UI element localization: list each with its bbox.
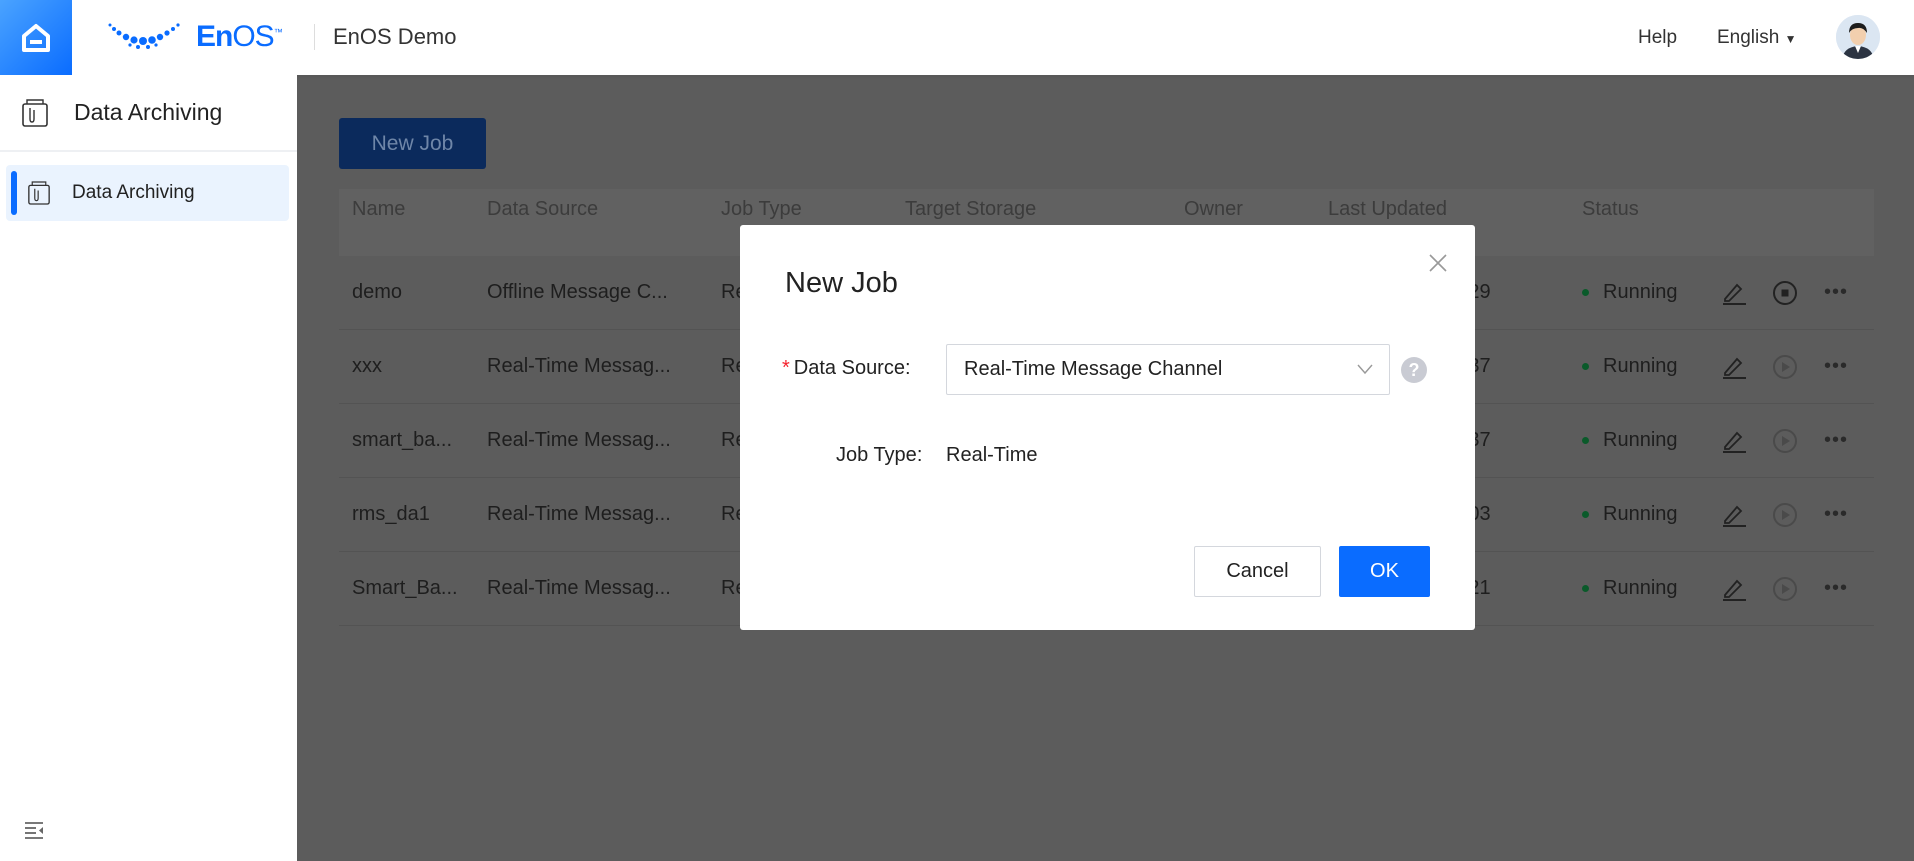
cell-status: Running: [1582, 330, 1678, 403]
edit-button[interactable]: [1721, 478, 1747, 551]
logo-text: EnOS™: [196, 20, 283, 53]
play-circle-icon: [1772, 428, 1798, 454]
close-dialog-button[interactable]: [1428, 253, 1448, 278]
sidebar: Data Archiving Data Archiving: [0, 75, 297, 861]
edit-pencil-icon: [1723, 505, 1746, 527]
edit-pencil-icon: [1723, 357, 1746, 379]
edit-button[interactable]: [1721, 256, 1747, 329]
status-dot-icon: [1582, 363, 1589, 370]
more-dots-icon: •••: [1824, 429, 1849, 451]
edit-button[interactable]: [1721, 404, 1747, 477]
required-asterisk: *: [782, 357, 790, 379]
column-header-last-updated[interactable]: Last Updated: [1328, 198, 1447, 221]
run-toggle-button[interactable]: [1772, 256, 1798, 329]
cell-name: Smart_Ba...: [352, 577, 458, 599]
active-indicator: [11, 171, 17, 215]
dialog-title: New Job: [785, 267, 898, 299]
more-dots-icon: •••: [1824, 503, 1849, 525]
edit-pencil-icon: [1723, 579, 1746, 601]
app-title: EnOS Demo: [333, 24, 457, 49]
status-dot-icon: [1582, 511, 1589, 518]
column-header-data-source[interactable]: Data Source: [487, 198, 598, 221]
sidebar-title: Data Archiving: [74, 99, 223, 125]
more-actions-button[interactable]: •••: [1824, 478, 1848, 551]
archive-folder-icon: [28, 181, 50, 205]
column-header-target-storage[interactable]: Target Storage: [905, 198, 1036, 221]
cell-status: Running: [1582, 256, 1678, 329]
cell-name: xxx: [352, 355, 382, 377]
language-dropdown[interactable]: English ▼: [1717, 27, 1797, 49]
play-circle-icon: [1772, 576, 1798, 602]
avatar[interactable]: [1836, 15, 1880, 59]
column-header-name[interactable]: Name: [352, 198, 405, 221]
run-toggle-button[interactable]: [1772, 330, 1798, 403]
run-toggle-button[interactable]: [1772, 404, 1798, 477]
cell-status: Running: [1582, 552, 1678, 625]
new-job-dialog: New Job * Data Source: Real-Time Message …: [740, 225, 1475, 630]
cell-data-source: Real-Time Messag...: [487, 429, 671, 451]
edit-pencil-icon: [1723, 283, 1746, 305]
home-icon: [22, 23, 50, 52]
new-job-button[interactable]: New Job: [339, 118, 486, 169]
help-link[interactable]: Help: [1638, 27, 1677, 49]
cell-name: rms_da1: [352, 503, 430, 525]
more-actions-button[interactable]: •••: [1824, 256, 1848, 329]
ok-button[interactable]: OK: [1339, 546, 1430, 597]
cell-name: demo: [352, 281, 403, 303]
column-header-owner[interactable]: Owner: [1184, 198, 1243, 221]
top-header: EnOS™ EnOS Demo Help English ▼: [0, 0, 1914, 75]
more-actions-button[interactable]: •••: [1824, 552, 1848, 625]
help-question-icon[interactable]: ?: [1401, 357, 1427, 383]
status-dot-icon: [1582, 437, 1589, 444]
collapse-menu-icon: [25, 822, 43, 839]
job-type-value: Real-Time: [946, 444, 1038, 466]
user-avatar-icon: [1836, 15, 1880, 59]
data-source-value: Real-Time Message Channel: [964, 358, 1223, 380]
archive-folder-icon: [22, 98, 48, 127]
run-toggle-button[interactable]: [1772, 552, 1798, 625]
header-divider: [314, 24, 315, 50]
cell-data-source: Real-Time Messag...: [487, 577, 671, 599]
caret-down-icon: ▼: [1784, 32, 1797, 46]
sidebar-item-label: Data Archiving: [72, 182, 195, 203]
cell-status: Running: [1582, 404, 1678, 477]
sidebar-item-data-archiving[interactable]: Data Archiving: [6, 165, 289, 221]
more-dots-icon: •••: [1824, 577, 1849, 599]
cell-data-source: Real-Time Messag...: [487, 355, 671, 377]
close-icon: [1429, 254, 1447, 272]
cell-data-source: Offline Message C...: [487, 281, 668, 303]
logo-dots-icon: [108, 23, 180, 49]
edit-button[interactable]: [1721, 552, 1747, 625]
collapse-sidebar-button[interactable]: [24, 821, 44, 844]
data-source-select[interactable]: Real-Time Message Channel: [946, 344, 1390, 395]
language-label: English: [1717, 27, 1780, 48]
home-button[interactable]: [0, 0, 72, 75]
play-circle-icon: [1772, 354, 1798, 380]
enos-logo: EnOS™: [108, 20, 283, 54]
cell-name: smart_ba...: [352, 429, 453, 451]
more-actions-button[interactable]: •••: [1824, 330, 1848, 403]
more-dots-icon: •••: [1824, 355, 1849, 377]
more-dots-icon: •••: [1824, 281, 1849, 303]
status-dot-icon: [1582, 289, 1589, 296]
job-type-label: Job Type:: [836, 444, 923, 466]
run-toggle-button[interactable]: [1772, 478, 1798, 551]
sidebar-header: Data Archiving: [0, 75, 297, 152]
cell-status: Running: [1582, 478, 1678, 551]
cancel-button[interactable]: Cancel: [1194, 546, 1321, 597]
data-source-label: * Data Source:: [782, 357, 911, 379]
chevron-down-icon: [1357, 364, 1373, 375]
edit-button[interactable]: [1721, 330, 1747, 403]
column-header-job-type[interactable]: Job Type: [721, 198, 802, 221]
more-actions-button[interactable]: •••: [1824, 404, 1848, 477]
stop-circle-icon: [1772, 280, 1798, 306]
status-dot-icon: [1582, 585, 1589, 592]
column-header-status[interactable]: Status: [1582, 198, 1639, 221]
edit-pencil-icon: [1723, 431, 1746, 453]
cell-data-source: Real-Time Messag...: [487, 503, 671, 525]
play-circle-icon: [1772, 502, 1798, 528]
